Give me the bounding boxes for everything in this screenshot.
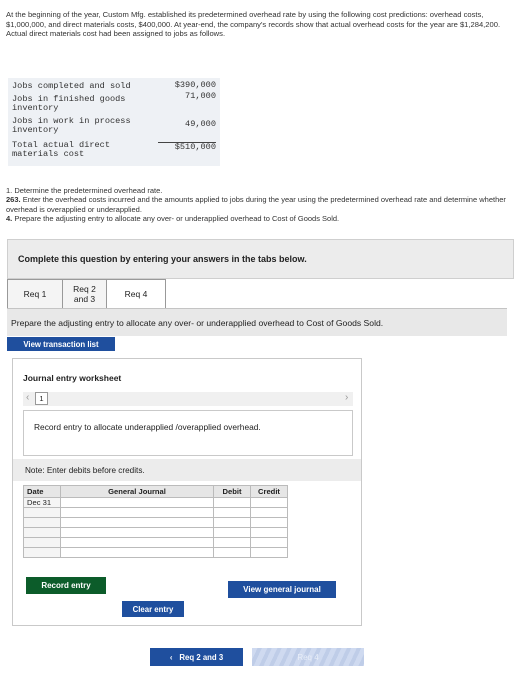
account-cell[interactable]: [60, 497, 214, 508]
prev-requirement-button[interactable]: ‹ Req 2 and 3: [150, 648, 243, 666]
next-requirement-label: Req 4: [297, 652, 319, 662]
account-cell[interactable]: [60, 547, 214, 558]
record-prompt-box: Record entry to allocate underapplied /o…: [23, 410, 353, 456]
record-entry-button[interactable]: Record entry: [26, 577, 106, 594]
instruction-box: Complete this question by entering your …: [7, 239, 514, 279]
date-cell[interactable]: [23, 517, 61, 528]
page-number-button[interactable]: 1: [35, 392, 48, 405]
question-number: 263.: [6, 195, 21, 205]
date-cell[interactable]: [23, 547, 61, 558]
view-transaction-list-button[interactable]: View transaction list: [7, 337, 115, 351]
table-row: Dec 31: [23, 497, 288, 508]
credit-cell[interactable]: [250, 547, 288, 558]
column-header-credit: Credit: [250, 485, 288, 498]
tab-req-1[interactable]: Req 1: [7, 279, 63, 309]
date-cell[interactable]: [23, 537, 61, 548]
cost-row-label: Jobs completed and sold: [12, 81, 131, 92]
question-text: Enter the overhead costs incurred and th…: [6, 195, 506, 214]
column-header-debit: Debit: [213, 485, 251, 498]
account-cell[interactable]: [60, 527, 214, 538]
journal-table-header: Date General Journal Debit Credit: [23, 485, 288, 498]
note-text: Note: Enter debits before credits.: [25, 466, 145, 475]
debit-cell[interactable]: [213, 547, 251, 558]
cost-row: Jobs in finished goods inventory 71,000: [12, 91, 216, 114]
note-bar: Note: Enter debits before credits.: [13, 459, 361, 481]
cost-row-total: Total actual direct materials cost $510,…: [12, 136, 216, 160]
column-header-general-journal: General Journal: [60, 485, 214, 498]
debit-cell[interactable]: [213, 497, 251, 508]
credit-cell[interactable]: [250, 517, 288, 528]
table-row: [23, 527, 288, 538]
worksheet-pager: ‹ 1 ›: [23, 392, 353, 406]
question-263: 263. Enter the overhead costs incurred a…: [6, 195, 516, 214]
record-prompt-text: Record entry to allocate underapplied /o…: [34, 422, 261, 432]
question-text: Prepare the adjusting entry to allocate …: [12, 214, 340, 224]
credit-cell[interactable]: [250, 497, 288, 508]
debit-cell[interactable]: [213, 537, 251, 548]
date-cell[interactable]: [23, 507, 61, 518]
date-cell[interactable]: Dec 31: [23, 497, 61, 508]
question-list: 1. Determine the predetermined overhead …: [6, 186, 516, 224]
table-row: [23, 507, 288, 518]
debit-cell[interactable]: [213, 527, 251, 538]
table-row: [23, 547, 288, 558]
next-requirement-button: Req 4: [252, 648, 364, 666]
table-row: [23, 517, 288, 528]
cost-row-amount: $510,000: [158, 142, 216, 154]
tab-req-2-and-3[interactable]: Req 2 and 3: [62, 279, 107, 309]
chevron-left-icon: ‹: [169, 652, 173, 662]
prev-requirement-label: Req 2 and 3: [179, 652, 224, 662]
direct-materials-table: Jobs completed and sold $390,000 Jobs in…: [8, 78, 220, 166]
date-cell[interactable]: [23, 527, 61, 538]
credit-cell[interactable]: [250, 527, 288, 538]
account-cell[interactable]: [60, 517, 214, 528]
account-cell[interactable]: [60, 507, 214, 518]
tab-prompt-bar: Prepare the adjusting entry to allocate …: [7, 308, 507, 336]
problem-intro-text: At the beginning of the year, Custom Mfg…: [6, 10, 501, 39]
table-row: [23, 537, 288, 548]
cost-row-label: Jobs in work in process inventory: [12, 115, 131, 136]
worksheet-title: Journal entry worksheet: [23, 373, 122, 383]
journal-table: Date General Journal Debit Credit Dec 31: [23, 485, 288, 558]
column-header-date: Date: [23, 485, 61, 498]
chevron-right-icon[interactable]: ›: [345, 392, 348, 403]
cost-row-amount: 71,000: [185, 91, 216, 101]
account-cell[interactable]: [60, 537, 214, 548]
instruction-text: Complete this question by entering your …: [18, 254, 307, 264]
cost-row-label: Jobs in finished goods inventory: [12, 93, 126, 114]
debit-cell[interactable]: [213, 507, 251, 518]
credit-cell[interactable]: [250, 537, 288, 548]
requirement-tabs: Req 1 Req 2 and 3 Req 4: [7, 279, 177, 309]
cost-row: Jobs in work in process inventory 49,000: [12, 114, 216, 136]
chevron-left-icon[interactable]: ‹: [26, 392, 29, 403]
cost-row-label: Total actual direct materials cost: [12, 139, 110, 160]
tab-req-4[interactable]: Req 4: [106, 279, 166, 309]
cost-row-amount: 49,000: [185, 118, 216, 129]
clear-entry-button[interactable]: Clear entry: [122, 601, 184, 617]
question-1: 1. Determine the predetermined overhead …: [6, 186, 163, 195]
view-general-journal-button[interactable]: View general journal: [228, 581, 336, 598]
tab-prompt-text: Prepare the adjusting entry to allocate …: [11, 318, 384, 328]
question-4: 4. Prepare the adjusting entry to alloca…: [6, 214, 516, 223]
debit-cell[interactable]: [213, 517, 251, 528]
credit-cell[interactable]: [250, 507, 288, 518]
